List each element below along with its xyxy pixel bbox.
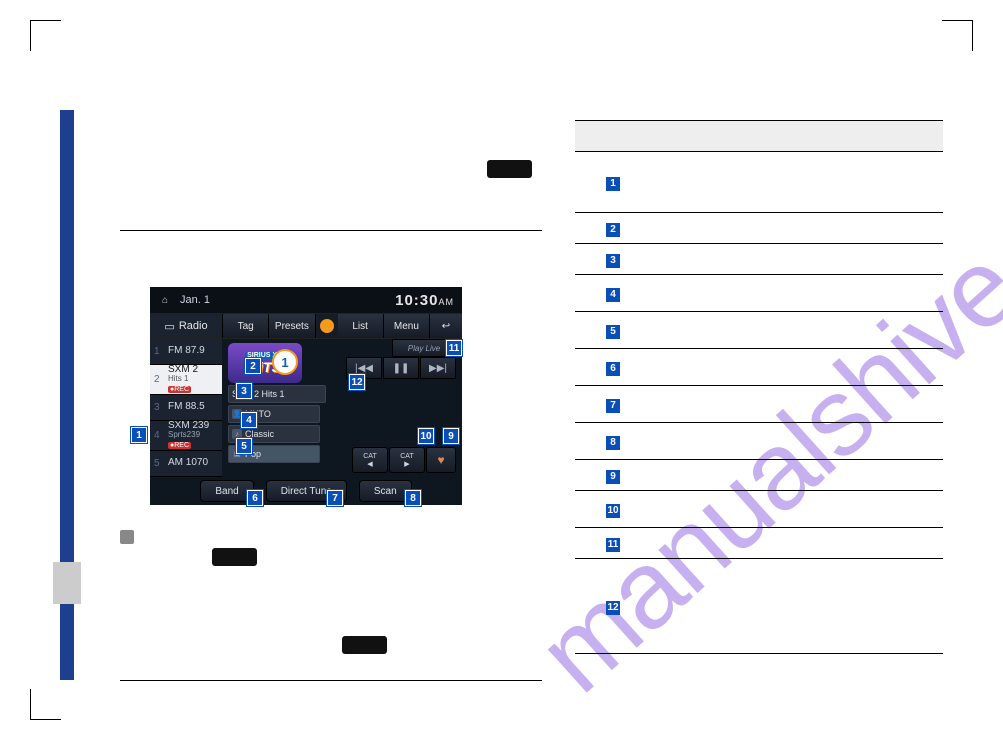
preset-item[interactable]: 2 SXM 2Hits 1●REC — [150, 365, 222, 395]
cat-next-button[interactable]: CAT▶ — [389, 447, 425, 473]
menu-button[interactable]: Menu — [384, 314, 430, 338]
toolbar: ▭ Radio Tag Presets List Menu ↩ — [150, 314, 462, 339]
tab-indicator — [53, 562, 81, 604]
list-button[interactable]: List — [338, 314, 384, 338]
preset-item[interactable]: 1 FM 87.9 — [150, 339, 222, 365]
redacted-tag — [212, 548, 257, 566]
table-row-desc — [651, 386, 943, 423]
callout-8: 8 — [405, 490, 421, 506]
presets-button[interactable]: Presets — [269, 314, 315, 338]
back-button[interactable]: ↩ — [430, 314, 462, 338]
channel-logo: SIRIUS XM HiTS 1 — [228, 343, 302, 383]
callout-9: 9 — [443, 428, 459, 444]
table-row-num: 11 — [575, 528, 651, 559]
radio-mode-button[interactable]: ▭ Radio — [150, 314, 223, 338]
table-row-desc — [651, 349, 943, 386]
table-header — [575, 121, 651, 152]
table-row-desc — [651, 275, 943, 312]
crop-mark — [30, 689, 61, 720]
bullet-marker — [120, 530, 134, 544]
table-row-desc — [651, 423, 943, 460]
sxm-indicator[interactable] — [316, 314, 338, 338]
rule — [120, 680, 542, 681]
table-row-desc — [651, 559, 943, 654]
cat-prev-button[interactable]: CAT◀ — [352, 447, 388, 473]
preset-item[interactable]: 3 FM 88.5 — [150, 395, 222, 421]
crop-mark — [30, 20, 61, 51]
status-time: 10:30AM — [395, 292, 454, 309]
table-row-num: 5 — [575, 312, 651, 349]
one-badge-icon: 1 — [272, 349, 298, 375]
redacted-tag — [487, 160, 532, 178]
rec-badge: ●REC — [168, 386, 191, 393]
table-row-desc — [651, 528, 943, 559]
table-row-desc — [651, 152, 943, 213]
scan-button[interactable]: Scan — [359, 480, 412, 502]
table-header — [651, 121, 943, 152]
callout-10: 10 — [418, 428, 434, 444]
feature-table: 1 2 3 4 5 6 7 8 9 10 11 12 — [575, 120, 943, 654]
preset-item[interactable]: 5 AM 1070 — [150, 451, 222, 477]
band-button[interactable]: Band — [200, 480, 253, 502]
table-row-desc — [651, 312, 943, 349]
callout-11: 11 — [446, 340, 462, 356]
preset-item[interactable]: 4 SXM 239Sprts239●REC — [150, 421, 222, 451]
table-row-num: 12 — [575, 559, 651, 654]
table-row-num: 7 — [575, 386, 651, 423]
table-row-desc — [651, 244, 943, 275]
device-screenshot: ⌂ Jan. 1 10:30AM ▭ Radio Tag Presets Lis… — [150, 287, 462, 503]
callout-4: 4 — [241, 412, 257, 428]
next-track-button[interactable]: ▶▶| — [420, 357, 456, 379]
pause-button[interactable]: ❚❚ — [383, 357, 419, 379]
callout-5: 5 — [236, 438, 252, 454]
callout-7: 7 — [327, 490, 343, 506]
table-row-num: 3 — [575, 244, 651, 275]
rule — [120, 230, 542, 231]
table-row-num: 6 — [575, 349, 651, 386]
callout-1: 1 — [131, 427, 147, 443]
table-row-desc — [651, 491, 943, 528]
table-row-num: 4 — [575, 275, 651, 312]
table-row-desc — [651, 460, 943, 491]
callout-12: 12 — [349, 374, 365, 390]
table-row-num: 2 — [575, 213, 651, 244]
table-row-num: 10 — [575, 491, 651, 528]
sxm-dot-icon — [320, 319, 334, 333]
table-row-num: 9 — [575, 460, 651, 491]
favorite-button[interactable]: ♥ — [426, 447, 456, 473]
callout-6: 6 — [247, 490, 263, 506]
home-icon[interactable]: ⌂ — [158, 293, 172, 307]
redacted-tag — [342, 636, 387, 654]
crop-mark — [942, 20, 973, 51]
status-bar: ⌂ Jan. 1 10:30AM — [150, 287, 462, 314]
status-date: Jan. 1 — [180, 294, 210, 306]
rec-badge: ●REC — [168, 442, 191, 449]
callout-2: 2 — [245, 358, 261, 374]
table-row-num: 1 — [575, 152, 651, 213]
table-row-desc — [651, 213, 943, 244]
radio-icon: ▭ — [164, 320, 174, 333]
table-row-num: 8 — [575, 423, 651, 460]
callout-3: 3 — [236, 383, 252, 399]
tag-button[interactable]: Tag — [223, 314, 269, 338]
preset-list: 1 FM 87.9 2 SXM 2Hits 1●REC 3 FM 88.5 4 … — [150, 339, 222, 477]
